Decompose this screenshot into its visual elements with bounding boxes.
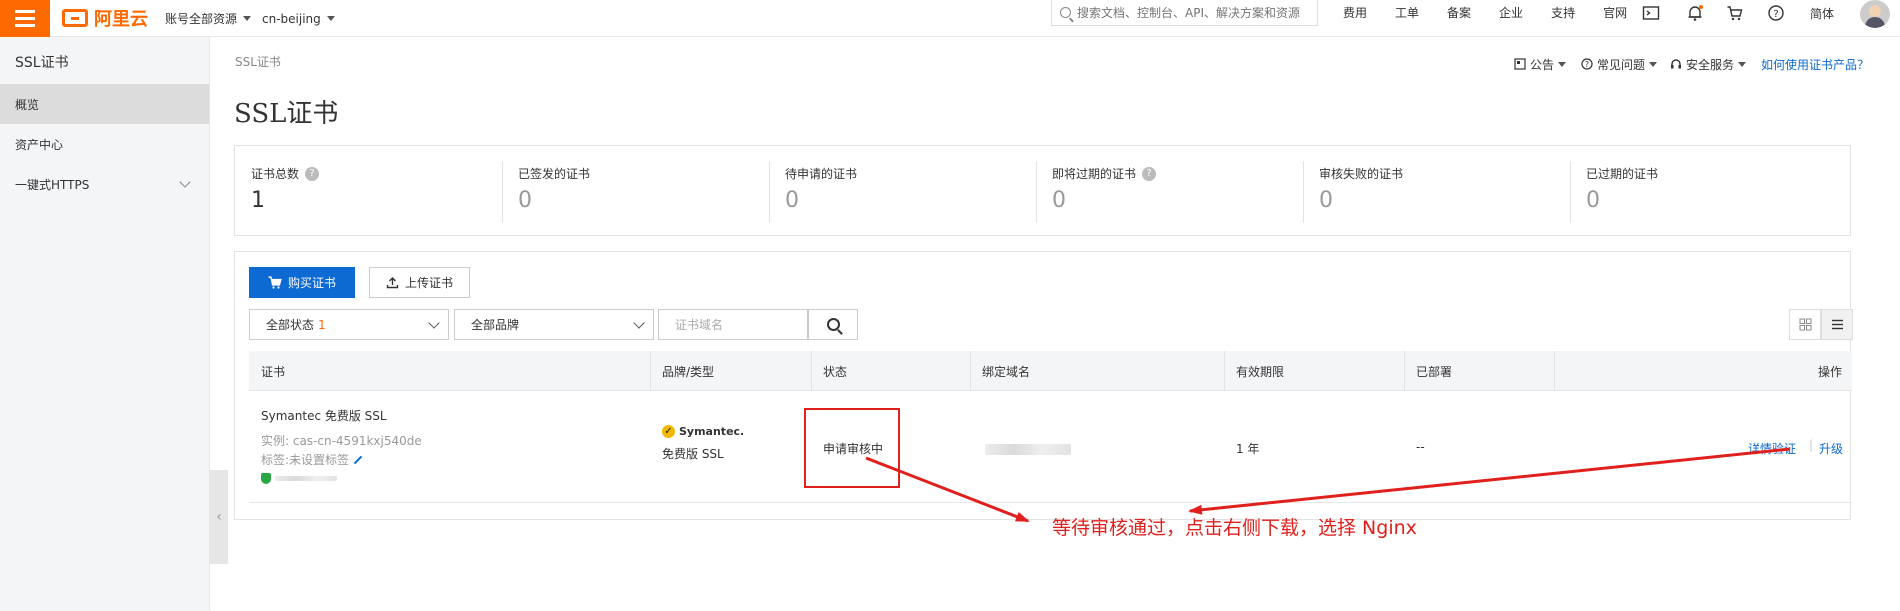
arrow-to-note-left <box>865 456 1030 523</box>
arrow-to-note-right <box>1188 447 1791 515</box>
annotation-arrows <box>865 447 1791 523</box>
annotation-note: 等待审核通过，点击右侧下载，选择 Nginx <box>1052 517 1417 539</box>
